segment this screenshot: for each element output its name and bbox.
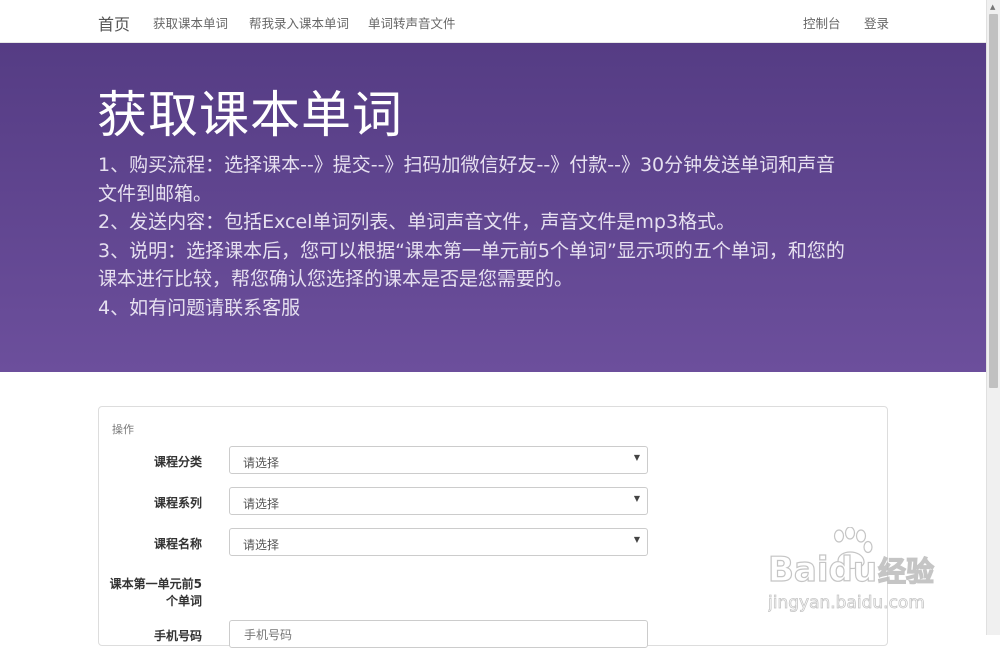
- dropdown-caret-icon: ▼: [633, 494, 640, 503]
- instruction-line: 课本进行比较，帮您确认您选择的课本是否是您需要的。: [98, 268, 574, 290]
- nav-link-word-to-audio[interactable]: 单词转声音文件: [368, 13, 456, 32]
- course-name-select[interactable]: 请选择 ▼: [229, 528, 648, 556]
- course-name-label: 课程名称: [153, 537, 202, 551]
- select-value: 请选择: [243, 497, 280, 511]
- nav-link-login[interactable]: 登录: [864, 13, 889, 32]
- course-series-select[interactable]: 请选择 ▼: [229, 487, 648, 515]
- select-value: 请选择: [243, 538, 280, 552]
- phone-input[interactable]: [242, 627, 626, 643]
- page-title: 获取课本单词: [97, 86, 403, 144]
- nav-link-get-words[interactable]: 获取课本单词: [153, 13, 228, 32]
- baidu-jingyan-watermark: Baidu 经验 jingyan.baidu.com: [768, 527, 935, 613]
- watermark-brand: Baidu: [768, 550, 877, 590]
- scroll-up-arrow-icon[interactable]: ▲: [990, 3, 995, 11]
- instruction-line: 2、发送内容：包括Excel单词列表、单词声音文件，声音文件是mp3格式。: [98, 211, 736, 233]
- preview-words-label-line1: 课本第一单元前5: [109, 577, 202, 591]
- instruction-line: 3、说明：选择课本后，您可以根据“课本第一单元前5个单词”显示项的五个单词，和您…: [98, 239, 845, 262]
- instruction-line: 1、购买流程：选择课本--》提交--》扫码加微信好友--》付款--》30分钟发送…: [98, 154, 836, 176]
- nav-link-enter-words[interactable]: 帮我录入课本单词: [249, 13, 349, 32]
- course-series-label: 课程系列: [153, 496, 202, 510]
- panel-title: 操作: [112, 423, 134, 436]
- select-value: 请选择: [243, 456, 280, 470]
- hero-banner: 获取课本单词 1、购买流程：选择课本--》提交--》扫码加微信好友--》付款--…: [0, 43, 986, 372]
- course-category-label: 课程分类: [153, 455, 202, 469]
- nav-link-console[interactable]: 控制台: [803, 13, 841, 32]
- top-navbar: 首页 获取课本单词 帮我录入课本单词 单词转声音文件 控制台 登录: [0, 0, 986, 43]
- instruction-line: 文件到邮箱。: [98, 182, 213, 205]
- nav-home-link[interactable]: 首页: [98, 11, 130, 35]
- dropdown-caret-icon: ▼: [633, 535, 640, 544]
- phone-field[interactable]: [229, 620, 648, 648]
- instruction-line: 4、如有问题请联系客服: [98, 296, 301, 319]
- scroll-thumb[interactable]: [989, 14, 998, 388]
- instructions-list: 1、购买流程：选择课本--》提交--》扫码加微信好友--》付款--》30分钟发送…: [98, 151, 898, 322]
- watermark-cn: 经验: [878, 555, 934, 588]
- phone-label: 手机号码: [153, 629, 202, 643]
- vertical-scrollbar[interactable]: ▲: [986, 0, 1000, 635]
- course-category-select[interactable]: 请选择 ▼: [229, 446, 648, 474]
- watermark-url: jingyan.baidu.com: [768, 593, 925, 613]
- preview-words-label-line2: 个单词: [165, 594, 202, 608]
- dropdown-caret-icon: ▼: [633, 453, 640, 462]
